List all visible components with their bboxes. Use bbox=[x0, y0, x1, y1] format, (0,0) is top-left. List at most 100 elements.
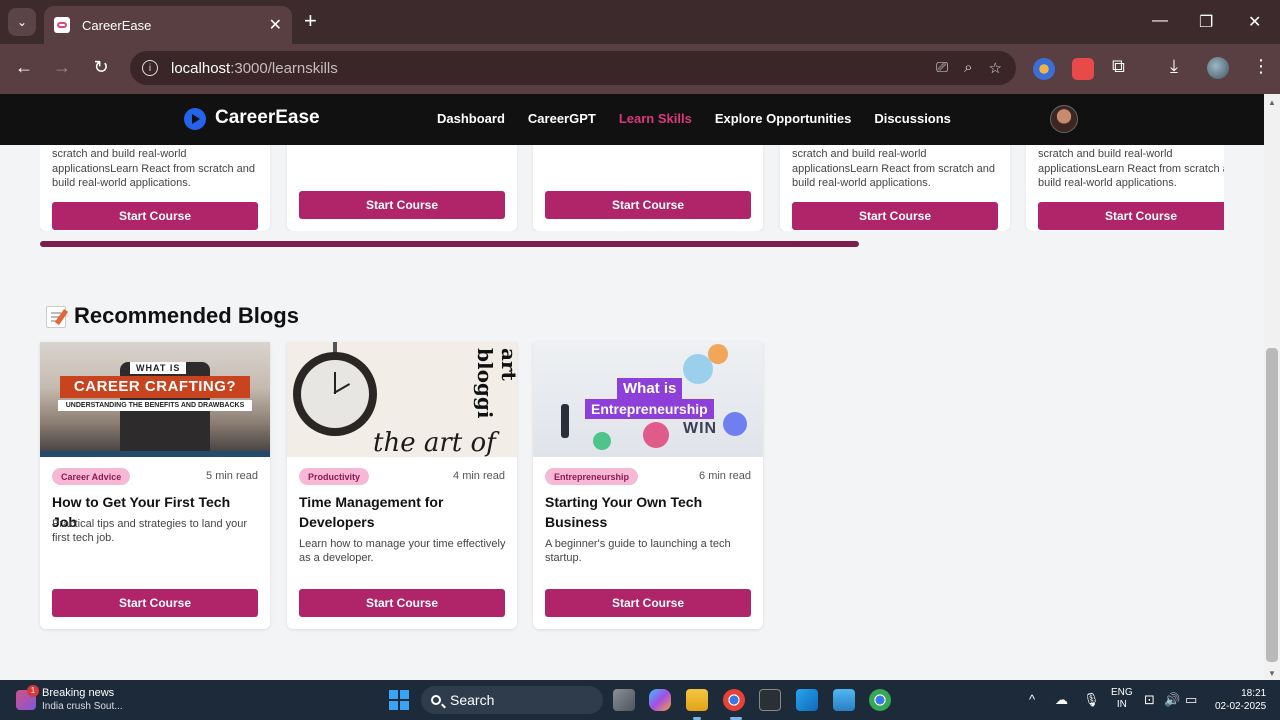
image-text: UNDERSTANDING THE BENEFITS AND DRAWBACKS bbox=[58, 400, 252, 411]
terminal-icon[interactable] bbox=[759, 689, 781, 711]
chrome-menu-icon[interactable]: ⋮ bbox=[1252, 56, 1270, 77]
start-course-button[interactable]: Start Course bbox=[792, 202, 998, 230]
read-time: 6 min read bbox=[699, 470, 751, 482]
person-figure bbox=[561, 404, 569, 438]
course-card: scratch and build real-world application… bbox=[780, 145, 1010, 231]
extension-2-icon[interactable] bbox=[1072, 58, 1094, 80]
image-text: WIN bbox=[683, 420, 718, 437]
os-taskbar: 1 Breaking news India crush Sout... Sear… bbox=[0, 680, 1280, 720]
nav-discussions[interactable]: Discussions bbox=[874, 111, 951, 126]
downloads-icon[interactable]: ⤓ bbox=[1170, 56, 1178, 77]
browser-tab[interactable]: CareerEase ✕ bbox=[44, 6, 292, 44]
window-close-icon[interactable]: ✕ bbox=[1248, 12, 1261, 32]
address-bar[interactable]: i localhost:3000/learnskills ⎚ ⌕ ☆ bbox=[130, 51, 1016, 85]
section-title: Recommended Blogs bbox=[74, 303, 299, 328]
image-text: WHAT IS bbox=[130, 362, 187, 374]
course-card: scratch and build real-world application… bbox=[40, 145, 270, 231]
category-badge: Productivity bbox=[299, 468, 370, 485]
restore-icon[interactable]: ❐ bbox=[1199, 12, 1213, 32]
microphone-icon[interactable]: 🎙 bbox=[1083, 692, 1100, 708]
tab-search-dropdown[interactable]: ⌄ bbox=[8, 8, 36, 36]
task-view-icon[interactable] bbox=[613, 689, 635, 711]
install-app-icon[interactable]: ⎚ bbox=[936, 59, 948, 77]
profile-avatar[interactable] bbox=[1207, 57, 1229, 79]
read-time: 5 min read bbox=[206, 470, 258, 482]
volume-icon[interactable]: 🔊 bbox=[1164, 692, 1180, 708]
start-course-button[interactable]: Start Course bbox=[1038, 202, 1224, 230]
user-avatar[interactable] bbox=[1050, 105, 1078, 133]
nav-learn-skills[interactable]: Learn Skills bbox=[619, 111, 692, 126]
blog-image-time-management[interactable]: the art of art bloggi bbox=[287, 342, 517, 457]
category-badge: Career Advice bbox=[52, 468, 131, 485]
extensions-puzzle-icon[interactable]: ⧉ bbox=[1112, 56, 1125, 77]
start-course-button[interactable]: Start Course bbox=[545, 191, 751, 219]
start-course-button[interactable]: Start Course bbox=[299, 589, 505, 617]
course-card: Start Course bbox=[287, 145, 517, 231]
file-explorer-icon[interactable] bbox=[686, 689, 708, 711]
nav-careergpt[interactable]: CareerGPT bbox=[528, 111, 596, 126]
start-course-button[interactable]: Start Course bbox=[545, 589, 751, 617]
site-navbar: CareerEase Dashboard CareerGPT Learn Ski… bbox=[0, 94, 1264, 145]
courses-carousel: scratch and build real-world application… bbox=[40, 145, 1224, 231]
courses-horizontal-scrollbar[interactable] bbox=[40, 241, 859, 247]
battery-icon[interactable]: ▭ bbox=[1185, 692, 1197, 708]
page-scrollbar[interactable]: ▲ ▼ bbox=[1264, 94, 1280, 680]
weather-icon[interactable]: ☁ bbox=[1055, 692, 1068, 708]
nav-explore-opportunities[interactable]: Explore Opportunities bbox=[715, 111, 852, 126]
blog-description: Learn how to manage your time effectivel… bbox=[299, 538, 506, 564]
news-subtitle[interactable]: India crush Sout... bbox=[42, 701, 123, 712]
system-clock[interactable]: 18:21 02-02-2025 bbox=[1215, 687, 1266, 713]
new-tab-button[interactable]: + bbox=[304, 10, 317, 32]
site-info-icon[interactable]: i bbox=[142, 60, 158, 76]
taskbar-search[interactable]: Search bbox=[421, 686, 603, 714]
blog-card: What is Entrepreneurship WIN Entrepreneu… bbox=[533, 342, 763, 629]
minimize-icon[interactable]: — bbox=[1152, 12, 1168, 30]
category-badge: Entrepreneurship bbox=[545, 468, 639, 485]
nav-dashboard[interactable]: Dashboard bbox=[437, 111, 505, 126]
chrome-profile-icon[interactable] bbox=[869, 689, 891, 711]
site-favicon-icon bbox=[54, 17, 70, 33]
read-time: 4 min read bbox=[453, 470, 505, 482]
course-description: scratch and build real-world application… bbox=[52, 148, 255, 189]
image-text: Entrepreneurship bbox=[585, 399, 714, 419]
scroll-down-icon[interactable]: ▼ bbox=[1268, 669, 1276, 678]
language-indicator[interactable]: ENG IN bbox=[1111, 687, 1133, 711]
reload-icon[interactable]: ↻ bbox=[89, 57, 113, 78]
copilot-icon[interactable] bbox=[649, 689, 671, 711]
tray-overflow-icon[interactable]: ^ bbox=[1029, 692, 1035, 707]
image-text: art bloggi bbox=[473, 348, 517, 419]
blog-description: A beginner's guide to launching a tech s… bbox=[545, 538, 731, 564]
site-logo-text[interactable]: CareerEase bbox=[215, 107, 320, 129]
forward-icon: → bbox=[53, 57, 71, 77]
tab-close-icon[interactable]: ✕ bbox=[269, 15, 282, 35]
search-label: Search bbox=[450, 692, 495, 708]
start-course-button[interactable]: Start Course bbox=[52, 589, 258, 617]
url-text[interactable]: localhost:3000/learnskills bbox=[171, 60, 338, 77]
scrollbar-thumb[interactable] bbox=[1266, 348, 1278, 662]
network-icon[interactable]: ⊡ bbox=[1144, 692, 1155, 708]
blog-title[interactable]: Time Management for Developers bbox=[299, 492, 505, 532]
blog-image-entrepreneurship[interactable]: What is Entrepreneurship WIN bbox=[533, 342, 763, 457]
back-icon[interactable]: ← bbox=[12, 57, 36, 78]
logo-icon[interactable] bbox=[184, 108, 206, 130]
notepad-icon[interactable] bbox=[833, 689, 855, 711]
scroll-up-icon[interactable]: ▲ bbox=[1268, 98, 1276, 107]
chrome-icon[interactable] bbox=[723, 689, 745, 711]
memo-icon bbox=[46, 306, 66, 328]
blog-title[interactable]: Starting Your Own Tech Business bbox=[545, 492, 751, 532]
course-description: scratch and build real-world application… bbox=[1038, 148, 1224, 189]
browser-tab-bar: ⌄ CareerEase ✕ + — ❐ ✕ bbox=[0, 0, 1280, 44]
start-course-button[interactable]: Start Course bbox=[52, 202, 258, 230]
browser-toolbar: ← → ↻ i localhost:3000/learnskills ⎚ ⌕ ☆… bbox=[0, 44, 1280, 94]
vscode-icon[interactable] bbox=[796, 689, 818, 711]
news-count-badge: 1 bbox=[27, 685, 39, 697]
bookmark-star-icon[interactable]: ☆ bbox=[989, 59, 1002, 77]
news-title[interactable]: Breaking news bbox=[42, 687, 114, 699]
blog-image-career-crafting[interactable]: WHAT IS CAREER CRAFTING? UNDERSTANDING T… bbox=[40, 342, 270, 457]
start-course-button[interactable]: Start Course bbox=[299, 191, 505, 219]
extension-1-icon[interactable] bbox=[1033, 58, 1055, 80]
zoom-icon[interactable]: ⌕ bbox=[964, 59, 972, 77]
blog-card: WHAT IS CAREER CRAFTING? UNDERSTANDING T… bbox=[40, 342, 270, 629]
windows-start-icon[interactable] bbox=[389, 690, 409, 710]
image-text: CAREER CRAFTING? bbox=[60, 376, 250, 398]
